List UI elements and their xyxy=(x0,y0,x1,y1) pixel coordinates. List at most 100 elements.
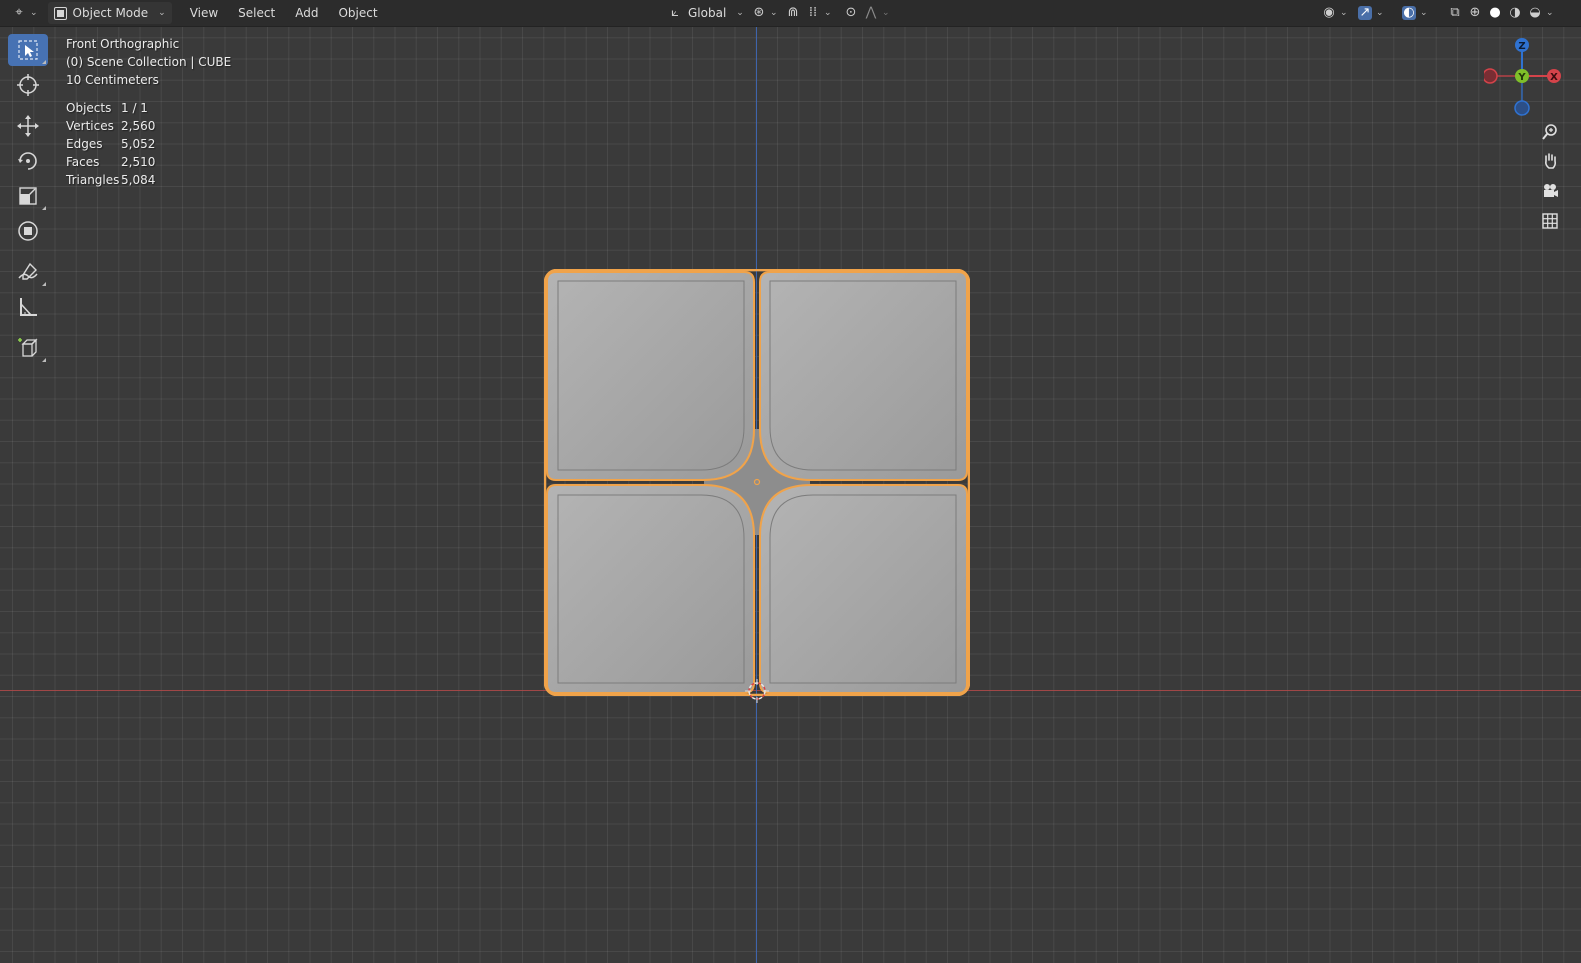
orientation-label: Global xyxy=(688,6,727,20)
add-cube-tool[interactable] xyxy=(8,332,48,364)
transform-icon xyxy=(18,221,38,241)
svg-text:Y: Y xyxy=(1517,72,1526,83)
falloff-button[interactable]: ⋀ ⌄ xyxy=(858,2,896,24)
viewport-header: ⌖ ⌄ Object Mode ⌄ View Select Add Object … xyxy=(0,0,1581,27)
chevron-down-icon: ⌄ xyxy=(736,8,744,18)
magnet-icon: ⋒ xyxy=(787,5,799,20)
scale-tool[interactable] xyxy=(8,180,48,212)
mesh-tile-top-right xyxy=(759,271,968,481)
view-name: Front Orthographic xyxy=(66,37,180,51)
3d-viewport[interactable] xyxy=(0,0,1581,963)
orientation-axes-icon: ⟀ xyxy=(671,5,679,20)
transform-tool[interactable] xyxy=(8,215,48,247)
3d-cursor-icon xyxy=(745,679,769,703)
cube-mesh[interactable] xyxy=(544,269,970,696)
xray-icon: ⧉ xyxy=(1450,5,1460,20)
camera-icon xyxy=(1544,184,1558,197)
add-cube-icon xyxy=(18,338,38,357)
gizmo-y[interactable]: Y xyxy=(1515,69,1529,83)
gizmo-toggle[interactable]: ↗ ⌄ xyxy=(1352,2,1390,24)
chevron-down-icon: ⌄ xyxy=(882,8,890,18)
xray-toggle[interactable]: ⧉ xyxy=(1442,2,1468,24)
hand-pan-icon xyxy=(1545,153,1557,169)
rotate-tool[interactable] xyxy=(8,145,48,177)
rendered-sphere-icon: ◒ xyxy=(1529,5,1541,20)
mode-dropdown[interactable]: Object Mode ⌄ xyxy=(47,2,172,24)
chevron-down-icon: ⌄ xyxy=(1376,8,1384,18)
stat-objects: Objects 1 / 1 xyxy=(66,101,148,115)
stat-faces: Faces 2,510 xyxy=(66,155,156,169)
chevron-down-icon: ⌄ xyxy=(770,8,778,18)
gizmo-neg-x[interactable] xyxy=(1484,68,1498,84)
svg-text:X: X xyxy=(1550,72,1558,83)
annotate-tool[interactable] xyxy=(8,256,48,288)
chevron-down-icon: ⌄ xyxy=(1420,8,1428,18)
stat-triangles: Triangles 5,084 xyxy=(66,173,156,187)
ortho-persp-toggle[interactable] xyxy=(1538,209,1562,233)
chevron-down-icon: ⌄ xyxy=(30,8,38,18)
zoom-button[interactable] xyxy=(1538,120,1562,144)
menu-view[interactable]: View xyxy=(180,6,228,20)
editor-type-button[interactable]: ⌖ ⌄ xyxy=(6,2,44,24)
eye-icon: ◉ xyxy=(1323,5,1335,20)
tool-shelf xyxy=(8,34,48,367)
object-mode-icon xyxy=(53,6,67,20)
move-tool[interactable] xyxy=(8,110,48,142)
measure-tool[interactable] xyxy=(8,291,48,323)
viewport-editor-icon: ⌖ xyxy=(15,5,23,20)
camera-view-button[interactable] xyxy=(1538,179,1562,203)
overlays-icon: ◐ xyxy=(1402,5,1416,20)
visibility-button[interactable]: ◉ ⌄ xyxy=(1316,2,1354,24)
snap-target-button[interactable]: ⁞⁞ ⌄ xyxy=(800,2,838,24)
collection-label: (0) Scene Collection | CUBE xyxy=(66,55,232,69)
material-sphere-icon: ◑ xyxy=(1509,5,1521,20)
mode-label: Object Mode xyxy=(72,6,149,20)
mesh-tile-bottom-left xyxy=(546,484,755,694)
pivot-icon: ⊛ xyxy=(753,5,765,20)
stat-edges: Edges 5,052 xyxy=(66,137,156,151)
shading-material-button[interactable]: ◑ xyxy=(1506,2,1524,24)
zoom-magnifier-icon xyxy=(1542,124,1557,140)
gizmo-z[interactable]: Z xyxy=(1515,38,1529,52)
wireframe-sphere-icon: ⊕ xyxy=(1469,5,1481,20)
gizmo-x[interactable]: X xyxy=(1547,69,1561,83)
scene-statistics: Objects 1 / 1 Vertices 2,560 Edges 5,052 Fa… xyxy=(66,99,231,189)
chevron-down-icon: ⌄ xyxy=(1340,8,1348,18)
transform-orientation-dropdown[interactable]: ⟀ Global ⌄ xyxy=(662,2,750,24)
overlays-toggle[interactable]: ◐ ⌄ xyxy=(1396,2,1434,24)
stat-vertices: Vertices 2,560 xyxy=(66,119,156,133)
pan-button[interactable] xyxy=(1538,149,1562,173)
svg-text:Z: Z xyxy=(1518,41,1525,52)
move-icon xyxy=(17,115,39,137)
shading-rendered-button[interactable]: ◒ ⌄ xyxy=(1526,2,1556,24)
falloff-curve-icon: ⋀ xyxy=(865,5,877,20)
annotate-pencil-icon xyxy=(18,262,38,280)
chevron-down-icon: ⌄ xyxy=(824,8,832,18)
snap-grid-icon: ⁞⁞ xyxy=(808,5,818,20)
shading-solid-button[interactable]: ● xyxy=(1486,2,1504,24)
chevron-down-icon: ⌄ xyxy=(1546,8,1554,18)
navigation-gizmo[interactable]: Z X Y xyxy=(1484,36,1564,116)
3d-cursor-icon xyxy=(17,74,39,96)
mesh-tile-bottom-right xyxy=(759,484,968,694)
select-box-tool[interactable] xyxy=(8,34,48,66)
cursor-tool[interactable] xyxy=(8,69,48,101)
chevron-down-icon: ⌄ xyxy=(158,8,166,18)
grid-scale-label: 10 Centimeters xyxy=(66,73,159,87)
shading-wireframe-button[interactable]: ⊕ xyxy=(1466,2,1484,24)
grid-icon xyxy=(1542,213,1558,229)
rotate-icon xyxy=(18,152,37,170)
pivot-point-button[interactable]: ⊛ ⌄ xyxy=(746,2,784,24)
menu-select[interactable]: Select xyxy=(228,6,285,20)
gizmo-neg-z[interactable] xyxy=(1514,100,1530,116)
mesh-tile-top-left xyxy=(546,271,755,481)
viewport-info-overlay: Front Orthographic (0) Scene Collection … xyxy=(66,35,231,189)
menu-add[interactable]: Add xyxy=(285,6,328,20)
gizmo-icon: ↗ xyxy=(1358,5,1372,20)
cursor-select-icon xyxy=(18,40,38,60)
proportional-edit-icon: ⊙ xyxy=(845,5,857,20)
measure-ruler-icon xyxy=(20,298,37,316)
menu-object[interactable]: Object xyxy=(328,6,387,20)
solid-sphere-icon: ● xyxy=(1489,5,1501,20)
scale-icon xyxy=(19,187,37,205)
